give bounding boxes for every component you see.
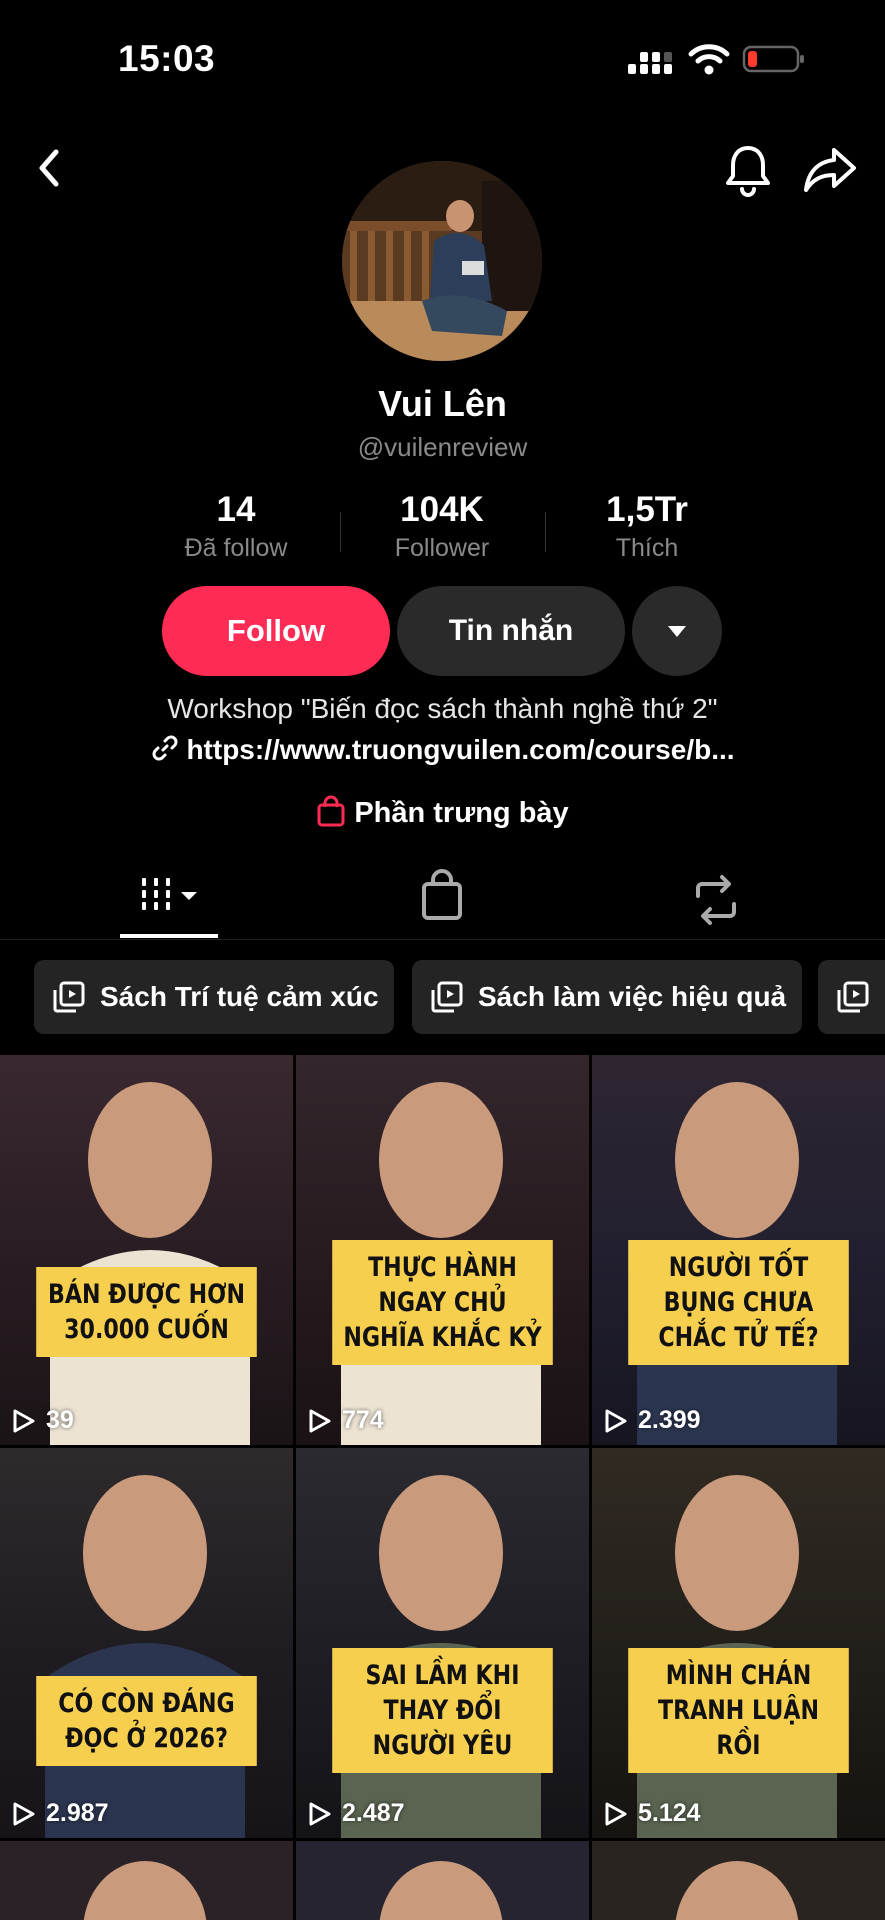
- playlist-label: Sách làm việc hiệu quả: [478, 981, 787, 1012]
- profile-tabs: [0, 860, 885, 940]
- view-count-text: 2.487: [342, 1799, 405, 1827]
- stat-label: Đã follow: [184, 534, 288, 562]
- bio-link-text: https://www.truongvuilen.com/course/b...: [186, 734, 735, 765]
- shopping-bag-icon: [422, 869, 462, 920]
- message-button[interactable]: Tin nhắn: [397, 586, 625, 676]
- follow-button[interactable]: Follow: [162, 586, 390, 676]
- video-caption: SAI LẦM KHI THAY ĐỔI NGƯỜI YÊU: [332, 1648, 553, 1774]
- view-count: 2.487: [308, 1799, 405, 1828]
- play-icon: [605, 1409, 627, 1432]
- view-count: 39: [12, 1406, 74, 1435]
- showcase-link[interactable]: Phần trưng bày: [0, 795, 885, 830]
- playlist-chip[interactable]: Sách làm việc hiệu quả: [412, 960, 802, 1034]
- stat-value: 1,5Tr: [606, 490, 688, 529]
- playlist-chip[interactable]: [818, 960, 885, 1034]
- presenter-figure: [675, 1861, 799, 1920]
- back-icon[interactable]: [22, 140, 78, 196]
- profile-actions: Follow Tin nhắn: [0, 586, 885, 676]
- stat-divider: [340, 512, 341, 552]
- video-caption: CÓ CÒN ĐÁNG ĐỌC Ở 2026?: [36, 1676, 257, 1767]
- video-thumbnail[interactable]: BÁN ĐƯỢC HƠN 30.000 CUỐN 39: [0, 1055, 293, 1445]
- tab-reposts[interactable]: [636, 860, 796, 940]
- battery-icon: [742, 45, 804, 73]
- stat-value: 104K: [400, 490, 484, 529]
- view-count-text: 2.399: [638, 1406, 701, 1434]
- view-count-text: 39: [46, 1406, 74, 1434]
- stat-likes[interactable]: 1,5Tr Thích: [552, 490, 742, 563]
- video-caption: MÌNH CHÁN TRANH LUẬN RỒI: [628, 1648, 849, 1774]
- bio-link[interactable]: https://www.truongvuilen.com/course/b...: [0, 733, 885, 766]
- avatar-photo: [342, 161, 542, 361]
- presenter-figure: [379, 1861, 503, 1920]
- repost-icon: [696, 875, 736, 925]
- tab-shop[interactable]: [362, 860, 522, 940]
- play-icon: [605, 1802, 627, 1825]
- bio-text: Workshop "Biến đọc sách thành nghề thứ 2…: [167, 693, 718, 724]
- playlist-icon: [837, 981, 869, 1013]
- view-count-text: 2.987: [46, 1799, 109, 1827]
- video-caption: THỰC HÀNH NGAY CHỦ NGHĨA KHẮC KỶ: [332, 1240, 553, 1366]
- wifi-icon: [688, 44, 730, 75]
- view-count-text: 774: [342, 1406, 384, 1434]
- play-icon: [13, 1409, 35, 1432]
- avatar[interactable]: [342, 161, 542, 361]
- stat-divider: [545, 512, 546, 552]
- link-icon: [152, 735, 178, 761]
- view-count: 5.124: [604, 1799, 701, 1828]
- stat-label: Follower: [394, 534, 490, 562]
- play-icon: [309, 1409, 331, 1432]
- playlist-row: Sách Trí tuệ cảm xúc Sách làm việc hiệu …: [0, 960, 885, 1034]
- shopping-bag-icon: [317, 795, 345, 827]
- view-count: 2.987: [12, 1799, 109, 1828]
- status-bar: 15:03: [0, 0, 885, 120]
- presenter-figure: [83, 1861, 207, 1920]
- view-count: 774: [308, 1406, 384, 1435]
- play-icon: [13, 1802, 35, 1825]
- cellular-signal-icon: [628, 52, 672, 74]
- suggested-accounts-button[interactable]: [632, 586, 722, 676]
- video-thumbnail[interactable]: [0, 1841, 293, 1920]
- profile-stats: 14 Đã follow 104K Follower 1,5Tr Thích: [0, 490, 885, 570]
- video-caption: NGƯỜI TỐT BỤNG CHƯA CHẮC TỬ TẾ?: [628, 1240, 849, 1366]
- username: @vuilenreview: [357, 432, 528, 462]
- caret-down-icon: [668, 626, 686, 637]
- video-thumbnail[interactable]: NGƯỜI TỐT BỤNG CHƯA CHẮC TỬ TẾ? 2.399: [592, 1055, 885, 1445]
- playlist-icon: [431, 981, 463, 1013]
- video-thumbnail[interactable]: MÌNH CHÁN TRANH LUẬN RỒI 5.124: [592, 1448, 885, 1838]
- presenter-figure: [50, 1082, 250, 1445]
- view-count-text: 5.124: [638, 1799, 701, 1827]
- stat-value: 14: [216, 490, 256, 529]
- video-thumbnail[interactable]: [296, 1841, 589, 1920]
- stat-followers[interactable]: 104K Follower: [347, 490, 537, 563]
- playlist-label: Sách Trí tuệ cảm xúc: [100, 981, 379, 1012]
- video-thumbnail[interactable]: [592, 1841, 885, 1920]
- presenter-figure: [45, 1475, 245, 1838]
- video-thumbnail[interactable]: CÓ CÒN ĐÁNG ĐỌC Ở 2026? 2.987: [0, 1448, 293, 1838]
- share-icon[interactable]: [800, 140, 860, 200]
- play-icon: [309, 1802, 331, 1825]
- stat-label: Thích: [615, 534, 679, 562]
- tab-videos[interactable]: [89, 860, 249, 940]
- status-time: 15:03: [118, 38, 216, 79]
- playlist-chip[interactable]: Sách Trí tuệ cảm xúc: [34, 960, 394, 1034]
- video-thumbnail[interactable]: THỰC HÀNH NGAY CHỦ NGHĨA KHẮC KỶ 774: [296, 1055, 589, 1445]
- stat-following[interactable]: 14 Đã follow: [141, 490, 331, 563]
- video-caption: BÁN ĐƯỢC HƠN 30.000 CUỐN: [36, 1267, 257, 1358]
- view-count: 2.399: [604, 1406, 701, 1435]
- display-name: Vui Lên: [378, 383, 507, 424]
- bell-icon[interactable]: [720, 140, 776, 200]
- active-tab-indicator: [120, 934, 218, 938]
- video-thumbnail[interactable]: SAI LẦM KHI THAY ĐỔI NGƯỜI YÊU 2.487: [296, 1448, 589, 1838]
- showcase-label: Phần trưng bày: [354, 797, 569, 829]
- playlist-icon: [53, 981, 85, 1013]
- grid-icon: [142, 878, 197, 910]
